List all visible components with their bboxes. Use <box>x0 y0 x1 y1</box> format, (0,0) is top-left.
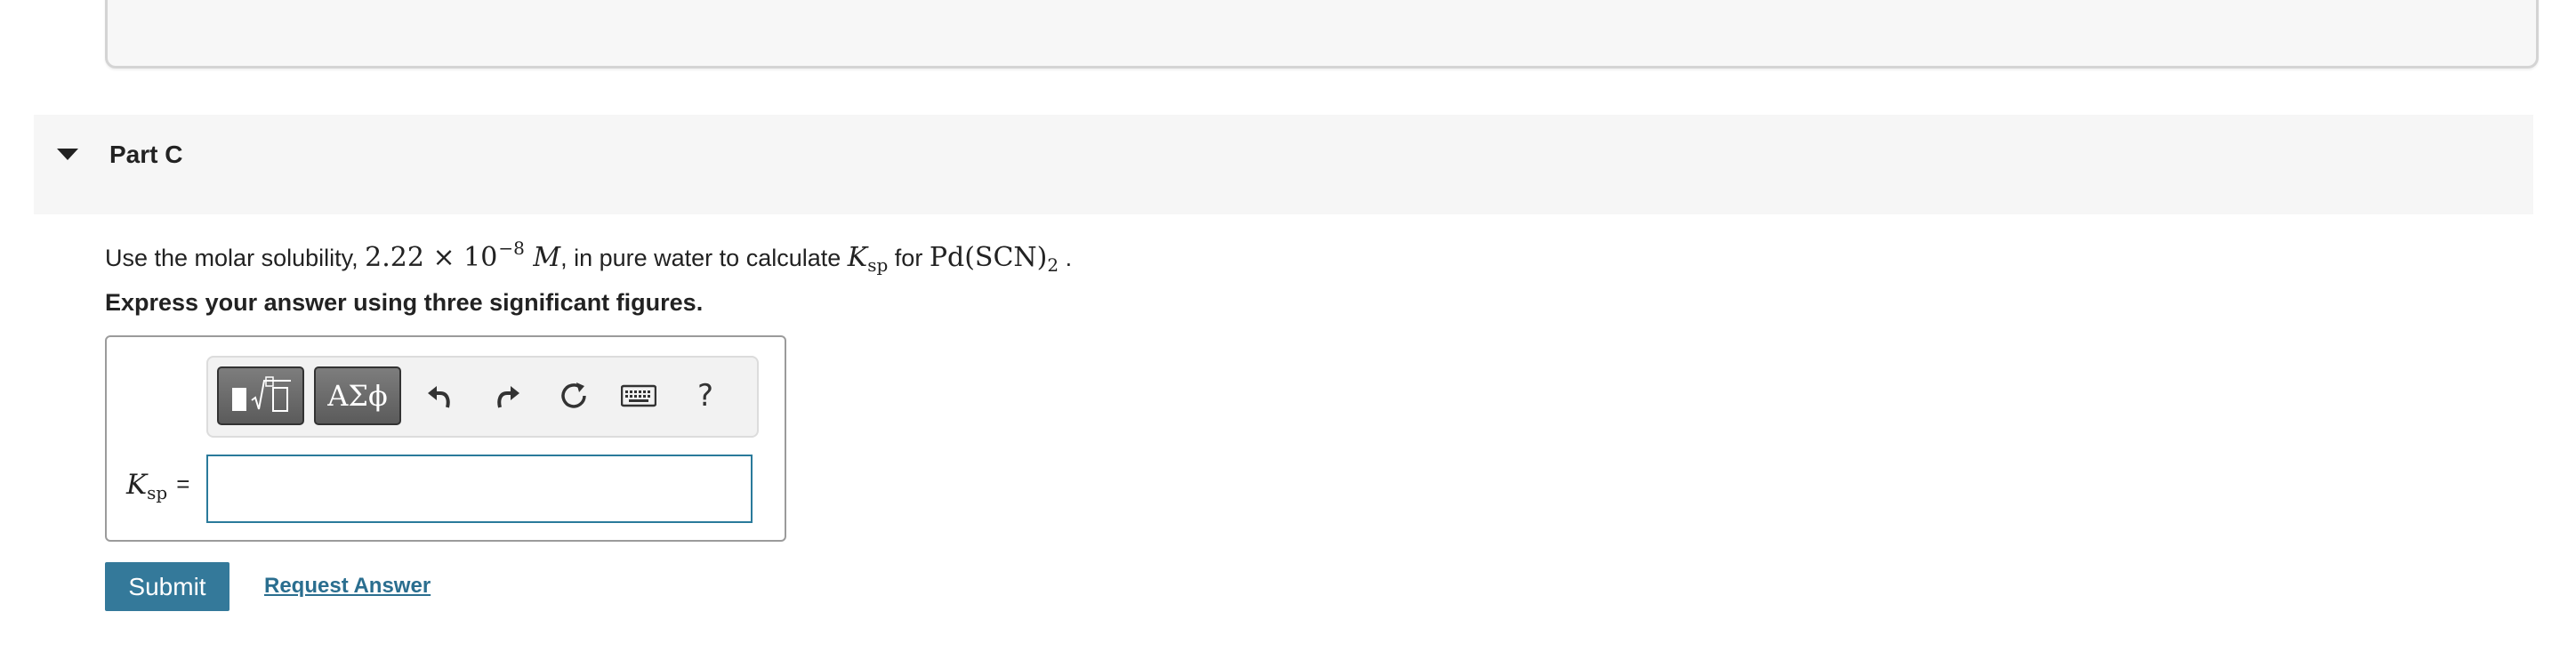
instructions: Express your answer using three signific… <box>105 289 704 316</box>
redo-button[interactable] <box>487 375 528 416</box>
submit-button[interactable]: Submit <box>105 562 229 611</box>
answer-label: Ksp = <box>126 469 190 503</box>
question-text: Use the molar solubility, 2.22 × 10−8 M,… <box>105 237 1072 276</box>
keyboard-icon <box>621 384 656 407</box>
greek-symbols-button[interactable]: ΑΣϕ <box>314 366 401 425</box>
undo-icon <box>428 386 450 408</box>
part-header[interactable] <box>34 115 2533 214</box>
question-end: . <box>1065 245 1073 271</box>
question-for: for <box>894 245 923 271</box>
previous-part-panel <box>105 0 2539 68</box>
templates-icon <box>232 376 291 412</box>
keyboard-button[interactable] <box>618 375 659 416</box>
question-middle: , in pure water to calculate <box>560 245 841 271</box>
request-answer-link[interactable]: Request Answer <box>264 574 431 599</box>
undo-button[interactable] <box>419 375 460 416</box>
reset-button[interactable] <box>553 375 594 416</box>
redo-icon <box>497 386 519 408</box>
collapse-caret-icon[interactable] <box>57 149 78 160</box>
solubility-value: 2.22 × 10−8 M <box>365 237 561 273</box>
help-button[interactable]: ? <box>685 375 726 416</box>
help-icon: ? <box>696 378 714 414</box>
question-prefix: Use the molar solubility, <box>105 245 358 271</box>
part-title: Part C <box>109 141 183 168</box>
templates-button[interactable] <box>217 366 304 425</box>
answer-input[interactable] <box>206 455 753 523</box>
reset-icon <box>561 382 586 408</box>
ksp-symbol: Ksp <box>847 242 889 276</box>
compound-formula: Pd(SCN)2 <box>929 242 1059 276</box>
